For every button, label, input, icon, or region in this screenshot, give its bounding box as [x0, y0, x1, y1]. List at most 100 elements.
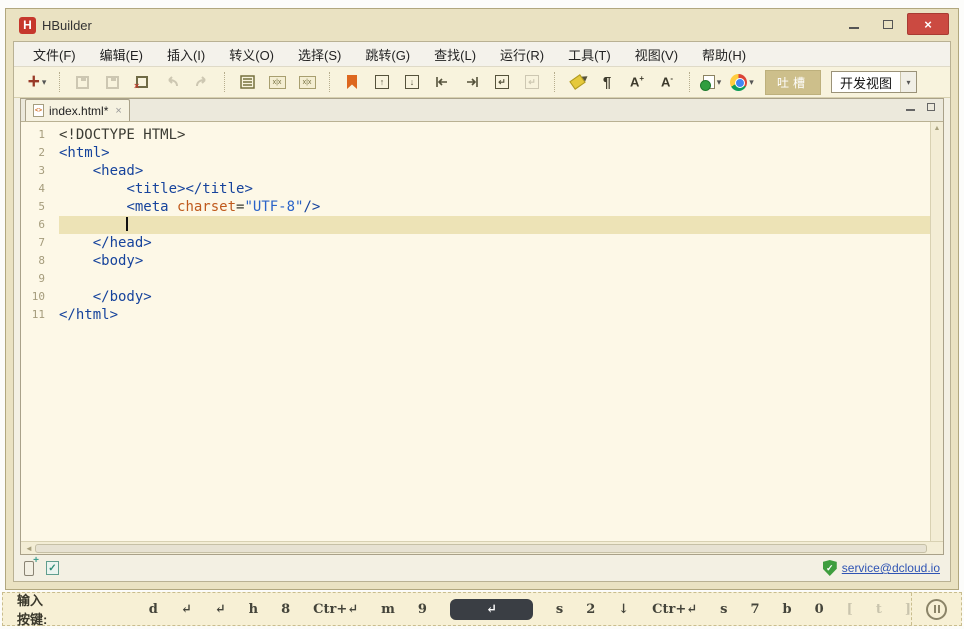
chrome-icon [730, 73, 748, 91]
chevron-down-icon: ▾ [749, 76, 754, 87]
run-chrome-button[interactable]: ▾ [730, 70, 754, 94]
horizontal-scrollbar[interactable]: ◄ [21, 541, 943, 554]
editor-panel: <> index.html* × 1 <!DOCTYPE HTML> 2 <html>… [20, 98, 944, 555]
title-bar: H HBuilder × [13, 9, 951, 41]
menu-bar: 文件(F) 编辑(E) 插入(I) 转义(O) 选择(S) 跳转(G) 查找(L) 运行(R)… [14, 42, 950, 67]
run-button[interactable]: ▾ [699, 70, 724, 94]
font-increase-button[interactable]: A+ [625, 70, 649, 94]
code-area[interactable]: 1 <!DOCTYPE HTML> 2 <html> 3 <head> 4 <title>… [21, 122, 930, 541]
show-whitespace-button[interactable]: ¶ [595, 70, 619, 94]
format-code-icon [239, 75, 255, 89]
feedback-button[interactable]: 吐槽 [765, 69, 822, 95]
key-indicator: m [381, 601, 395, 617]
pause-icon [937, 605, 940, 613]
key-indicator: 0 [814, 601, 824, 617]
clipboard-check-icon[interactable]: ✓ [46, 561, 59, 575]
redo-button[interactable] [190, 70, 214, 94]
service-email-link[interactable]: service@dcloud.io [842, 561, 940, 575]
line-number: 1 [38, 128, 45, 141]
chevron-down-icon: ▾ [716, 76, 722, 87]
code-line[interactable]: 10 </body> [21, 288, 930, 306]
scrollbar-thumb[interactable] [35, 543, 927, 553]
code-line[interactable]: 4 <title></title> [21, 180, 930, 198]
menu-item[interactable]: 选择(S) [287, 43, 352, 66]
xml-schema-icon: x|x [298, 75, 316, 89]
line-number: 9 [38, 272, 45, 285]
code-text [59, 216, 930, 234]
code-line[interactable]: 7 </head> [21, 234, 930, 252]
menu-item[interactable]: 文件(F) [22, 43, 87, 66]
code-line[interactable]: 3 <head> [21, 162, 930, 180]
bookmark-button[interactable] [340, 70, 364, 94]
xml-validate-button[interactable]: x|x [265, 70, 289, 94]
tab-index-html[interactable]: <> index.html* × [25, 99, 130, 121]
box-return-disabled-icon: ↵ [525, 75, 539, 89]
menu-item[interactable]: 跳转(G) [354, 43, 421, 66]
format-code-button[interactable] [235, 70, 259, 94]
code-line[interactable]: 2 <html> [21, 144, 930, 162]
key-indicator: 2 [586, 601, 596, 617]
minimize-button[interactable] [839, 13, 869, 35]
new-file-button[interactable]: + ▾ [25, 70, 49, 94]
code-line[interactable]: 6 [21, 216, 930, 234]
code-line[interactable]: 11 </html> [21, 306, 930, 324]
key-indicator: ↵ [214, 601, 226, 617]
scroll-left-icon[interactable]: ◄ [23, 544, 35, 553]
code-line[interactable]: 5 <meta charset="UTF-8"/> [21, 198, 930, 216]
box-return-icon: ↵ [495, 75, 509, 89]
pane-minimize-icon[interactable] [906, 109, 915, 111]
minimize-icon [849, 27, 859, 29]
highlighter-button[interactable] [565, 70, 589, 94]
toolbar-separator [329, 72, 330, 92]
save-all-button[interactable] [100, 70, 124, 94]
menu-item[interactable]: 编辑(E) [89, 43, 154, 66]
key-indicator: Ctr+↵ [313, 601, 359, 617]
jump-line-start-button[interactable] [430, 70, 454, 94]
code-line[interactable]: 8 <body> [21, 252, 930, 270]
save-button[interactable] [70, 70, 94, 94]
soft-wrap-button[interactable]: ↵ [490, 70, 514, 94]
redo-icon [196, 76, 206, 87]
vertical-scrollbar[interactable]: ▲ [930, 122, 943, 541]
menu-item[interactable]: 帮助(H) [691, 43, 757, 66]
pause-button[interactable] [926, 598, 947, 620]
view-mode-select[interactable]: 开发视图 ▾ [831, 71, 918, 93]
extract-line-button[interactable]: ↓ [400, 70, 424, 94]
menu-item[interactable]: 转义(O) [218, 43, 285, 66]
jump-line-end-button[interactable] [460, 70, 484, 94]
code-line[interactable]: 9 [21, 270, 930, 288]
scroll-up-icon[interactable]: ▲ [934, 125, 941, 541]
undo-button[interactable] [160, 70, 184, 94]
font-decrease-button[interactable]: A- [655, 70, 679, 94]
code-text: <meta charset="UTF-8"/> [126, 199, 321, 215]
tab-bar: <> index.html* × [21, 99, 943, 122]
line-number: 11 [31, 308, 45, 321]
import-line-button[interactable]: ↑ [370, 70, 394, 94]
menu-item[interactable]: 视图(V) [624, 43, 689, 66]
pane-restore-icon[interactable] [927, 101, 940, 111]
menu-item[interactable]: 运行(R) [489, 43, 555, 66]
code-text: <title></title> [126, 181, 253, 197]
html-file-icon: <> [33, 104, 44, 117]
close-all-button[interactable] [130, 70, 156, 94]
menu-item[interactable]: 插入(I) [156, 43, 216, 66]
bookmark-icon [347, 75, 357, 89]
maximize-icon [883, 19, 893, 29]
menu-item[interactable]: 工具(T) [557, 43, 622, 66]
xml-schema-button[interactable]: x|x [295, 70, 319, 94]
line-number: 10 [31, 290, 45, 303]
menu-item[interactable]: 查找(L) [423, 43, 487, 66]
code-line[interactable]: 1 <!DOCTYPE HTML> [21, 126, 930, 144]
code-text: </html> [59, 307, 119, 323]
tab-close-icon[interactable]: × [115, 105, 121, 117]
pause-wrap [911, 593, 947, 625]
maximize-button[interactable] [873, 13, 903, 35]
toolbar-separator [689, 72, 690, 92]
tab-label: index.html* [49, 103, 109, 118]
device-plus-icon[interactable] [24, 555, 39, 576]
undo-icon [168, 76, 178, 87]
soft-wrap-alt-button[interactable]: ↵ [520, 70, 544, 94]
close-button[interactable]: × [907, 13, 949, 35]
status-right: ✓ service@dcloud.io [822, 560, 940, 576]
